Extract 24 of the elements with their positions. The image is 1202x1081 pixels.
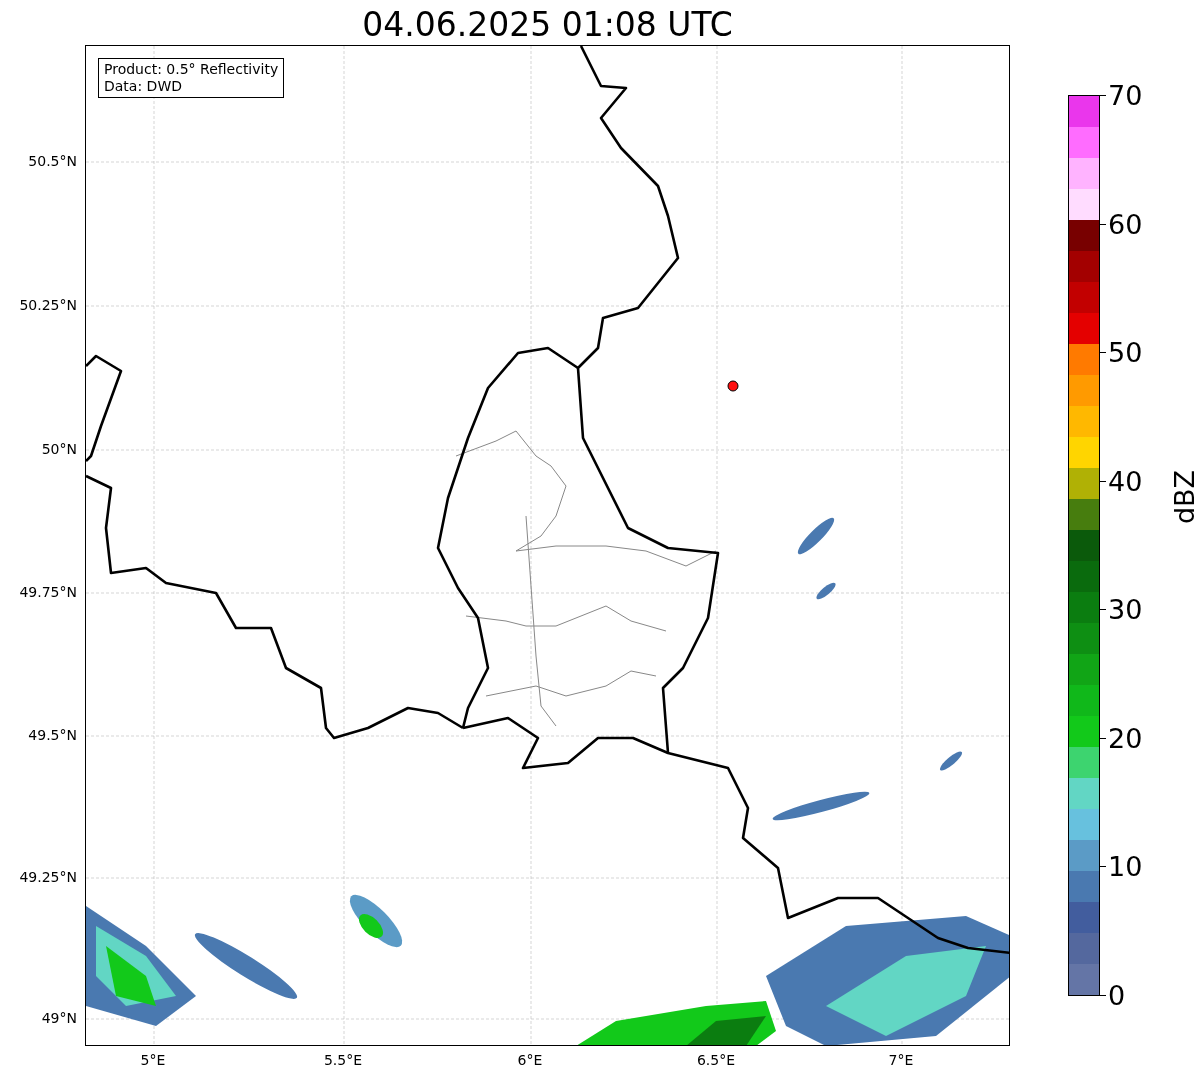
longitude-tick-label: 7°E: [888, 1052, 914, 1068]
colorbar-tick-label: 0: [1108, 981, 1126, 1009]
latitude-tick-label: 49.25°N: [19, 869, 77, 885]
latitude-tick-label: 50.25°N: [19, 297, 77, 313]
info-text: Data: DWD: [104, 78, 183, 95]
chart-title: 04.06.2025 01:08 UTC: [362, 8, 733, 45]
latitude-tick-label: 50°N: [41, 441, 77, 457]
colorbar-tick-label: 20: [1108, 724, 1143, 752]
longitude-tick-label: 6.5°E: [696, 1052, 736, 1068]
latitude-tick-label: 49.5°N: [28, 727, 77, 743]
colorbar-tick-label: 60: [1108, 210, 1143, 238]
colorbar-tick-label: 30: [1108, 595, 1143, 623]
colorbar-tick-label: 40: [1108, 467, 1143, 495]
colorbar-tick-label: 50: [1108, 338, 1143, 366]
latitude-tick-label: 49.75°N: [19, 584, 77, 600]
latitude-tick-label: 50.5°N: [28, 153, 77, 169]
longitude-tick-label: 5.5°E: [323, 1052, 363, 1068]
latitude-tick-label: 49°N: [41, 1010, 77, 1026]
info-text: Product: 0.5° Reflectivity: [104, 61, 279, 78]
longitude-tick-label: 5°E: [140, 1052, 166, 1068]
colorbar-label: dBZ: [1168, 469, 1200, 525]
colorbar-tick-label: 10: [1108, 852, 1143, 880]
colorbar-tick-label: 70: [1108, 81, 1143, 109]
longitude-tick-label: 6°E: [517, 1052, 543, 1068]
